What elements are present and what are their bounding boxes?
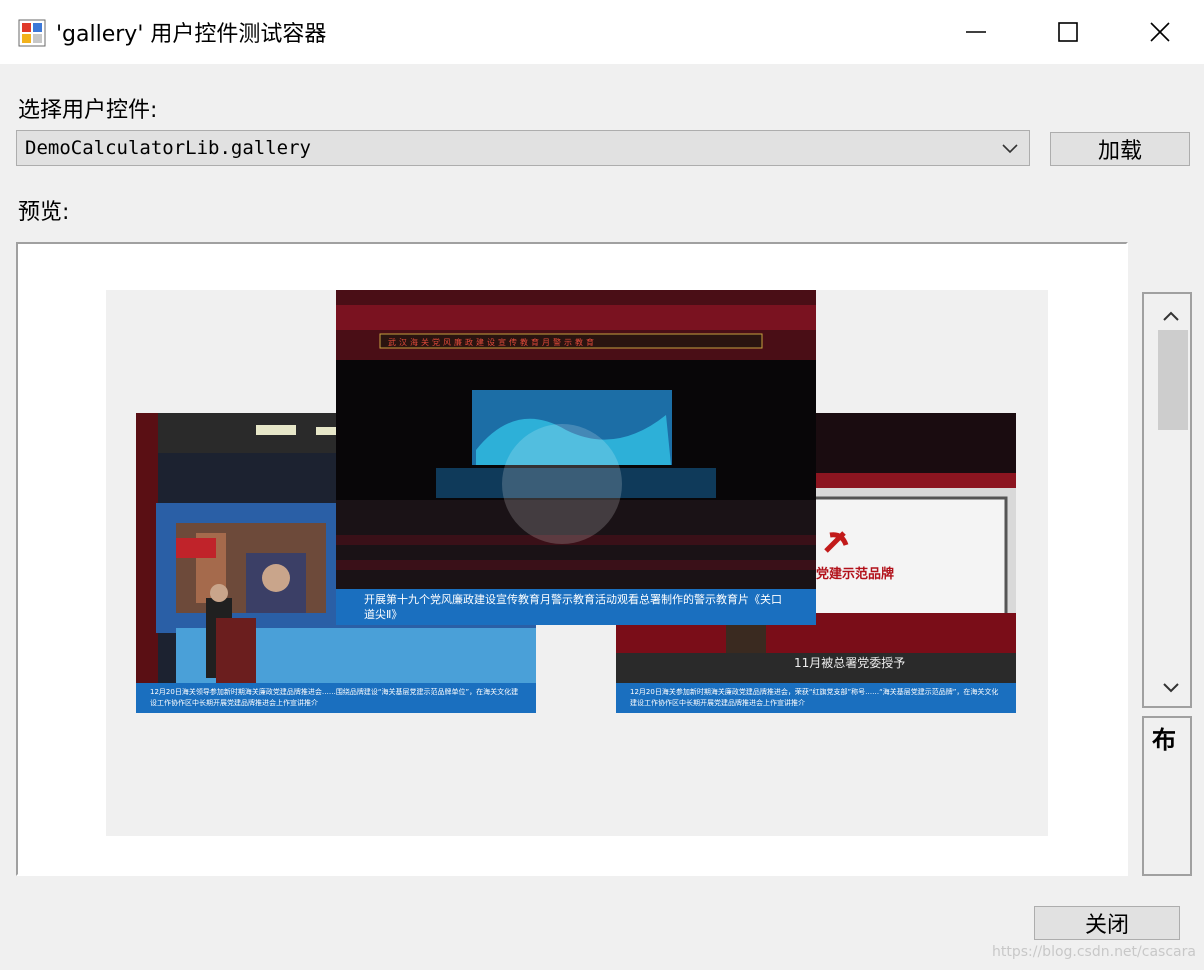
minimize-icon: [966, 31, 986, 33]
chevron-up-icon[interactable]: [1160, 308, 1182, 324]
scrollbar-thumb[interactable]: [1158, 330, 1188, 430]
play-button[interactable]: [502, 424, 622, 544]
left-photo-caption: 12月20日海关领导参加新时期海关廉政党建品牌推进会……围绕品牌建设“海关基层党…: [136, 683, 536, 713]
preview-label: 预览:: [18, 200, 70, 225]
maximize-icon: [1058, 22, 1078, 42]
vertical-scrollbar[interactable]: [1142, 292, 1192, 708]
select-control-label: 选择用户控件:: [18, 98, 158, 123]
chevron-down-icon[interactable]: [1160, 680, 1182, 696]
watermark-text: https://blog.csdn.net/cascara: [992, 944, 1196, 960]
close-window-button[interactable]: [1114, 0, 1204, 64]
window-title: 'gallery' 用户控件测试容器: [56, 22, 327, 47]
app-icon: [18, 19, 46, 47]
chevron-down-icon: [1002, 144, 1018, 154]
control-combo-box[interactable]: DemoCalculatorLib.gallery: [16, 130, 1030, 166]
certificate-text: 党建示范品牌: [816, 567, 895, 582]
close-button[interactable]: 关闭: [1034, 906, 1180, 940]
title-bar: 'gallery' 用户控件测试容器: [0, 0, 1204, 64]
side-text-panel: 布: [1142, 716, 1192, 876]
right-photo-caption: 12月20日海关参加新时期海关廉政党建品牌推进会，荣获“红旗党支部”称号……“海…: [616, 683, 1016, 713]
right-footer-text: 11月被总署党委授予: [794, 656, 906, 670]
center-photo-caption: 开展第十九个党风廉政建设宣传教育月警示教育活动观看总署制作的警示教育片《关口道尖…: [336, 589, 816, 625]
side-panel-text: 布: [1152, 726, 1176, 754]
maximize-button[interactable]: [1022, 0, 1114, 64]
party-emblem-icon: [824, 531, 849, 553]
center-banner-text: 武汉海关党风廉政建设宣传教育月警示教育: [388, 338, 597, 347]
minimize-button[interactable]: [930, 0, 1022, 64]
gallery-control[interactable]: 12月20日海关领导参加新时期海关廉政党建品牌推进会……围绕品牌建设“海关基层党…: [106, 290, 1048, 836]
gallery-photo-center[interactable]: 武汉海关党风廉政建设宣传教育月警示教育 开展第十九个党风廉政建设宣传教育月警示教…: [336, 290, 816, 625]
close-icon: [1150, 22, 1170, 42]
combo-selected-value: DemoCalculatorLib.gallery: [25, 137, 311, 159]
load-button[interactable]: 加载: [1050, 132, 1190, 166]
